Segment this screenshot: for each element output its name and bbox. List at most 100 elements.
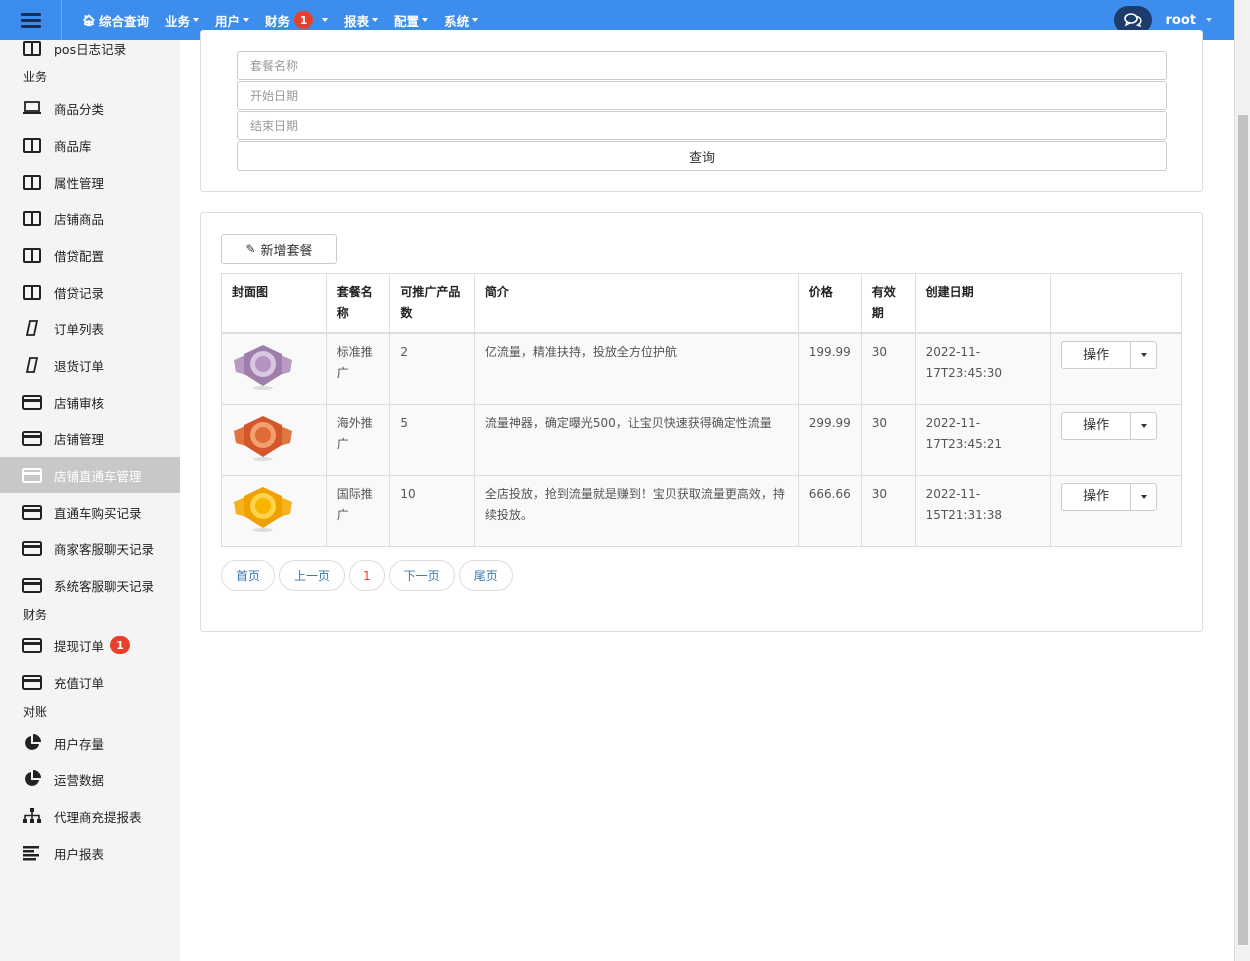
next-page-button[interactable]: 下一页 <box>388 560 455 591</box>
sidebar-group-reconciliation: 对账 <box>23 705 48 719</box>
name-cell: 国际推广 <box>325 474 391 547</box>
action-dropdown-toggle[interactable] <box>1131 482 1158 511</box>
sidebar-item-shop-products[interactable]: 店铺商品 <box>0 200 180 236</box>
action-dropdown: 操作 <box>1061 411 1171 440</box>
created-cell: 2022-11-15T21:31:38 <box>914 474 1052 547</box>
nav-item-label: 财务 <box>265 13 291 29</box>
sidebar-item-operation-data[interactable]: 运营数据 <box>0 761 180 797</box>
sidebar-item-shop-manage[interactable]: 店铺管理 <box>0 420 180 456</box>
sidebar-item-label: 属性管理 <box>54 175 105 191</box>
start-date-input[interactable]: 开始日期 <box>237 81 1167 110</box>
sidebar-item-shop-promotion[interactable]: 店铺直通车管理 <box>0 457 180 493</box>
action-dropdown-toggle[interactable] <box>1131 341 1158 369</box>
sidebar-item-pos-log[interactable]: pos日志记录 <box>0 30 180 66</box>
sidebar-item-user-stock[interactable]: 用户存量 <box>0 725 180 761</box>
action-button[interactable]: 操作 <box>1061 411 1132 440</box>
sidebar-item-label: 提现订单 <box>54 638 105 654</box>
notification-badge: 1 <box>294 11 314 29</box>
column-header-name: 套餐名称 <box>325 273 391 334</box>
nav-item-config[interactable]: 配置 <box>394 11 429 30</box>
sidebar-item-loan-records[interactable]: 借贷记录 <box>0 274 180 310</box>
sidebar-item-label: 商品库 <box>54 138 92 154</box>
sidebar-item-promotion-purchases[interactable]: 直通车购买记录 <box>0 494 180 530</box>
actions-cell: 操作 <box>1050 474 1182 547</box>
action-button[interactable]: 操作 <box>1061 341 1132 369</box>
sidebar-item-return-orders[interactable]: 退货订单 <box>0 347 180 383</box>
sidebar-item-loan-config[interactable]: 借贷配置 <box>0 237 180 273</box>
sidebar-item-orders[interactable]: 订单列表 <box>0 310 180 346</box>
cover-cell <box>221 474 327 547</box>
user-menu[interactable]: root <box>1165 12 1212 28</box>
table-row: 海外推广 5 流量神器，确定曝光500，让宝贝快速获得确定性流量 299.99 … <box>221 403 1182 476</box>
pagination: 首页 上一页 1 下一页 尾页 <box>221 560 517 591</box>
caret-down-icon <box>1140 423 1147 428</box>
query-button[interactable]: 查询 <box>237 141 1167 171</box>
validity-cell: 30 <box>860 474 916 547</box>
nav-item-query[interactable]: 🏠︎ 综合查询 <box>82 11 149 30</box>
sidebar-item-shop-review[interactable]: 店铺审核 <box>0 384 180 420</box>
sidebar-item-withdraw-orders[interactable]: 提现订单 1 <box>0 627 180 663</box>
pie-chart-icon <box>22 734 42 751</box>
price-cell: 199.99 <box>797 332 862 405</box>
sidebar-item-label: 用户报表 <box>54 846 105 862</box>
validity-cell: 30 <box>860 403 916 476</box>
intro-cell: 全店投放，抢到流量就是赚到！宝贝获取流量更高效，持续投放。 <box>473 474 799 547</box>
nav-item-label: 业务 <box>164 13 190 29</box>
sidebar-item-label: 商品分类 <box>54 101 105 117</box>
package-name-input[interactable]: 套餐名称 <box>237 51 1167 80</box>
nav-item-system[interactable]: 系统 <box>444 11 479 30</box>
credit-card-icon <box>22 577 42 593</box>
laptop-icon <box>22 100 42 116</box>
cover-cell <box>221 403 327 476</box>
columns-icon <box>22 247 42 263</box>
sidebar-item-label: 店铺审核 <box>54 395 105 411</box>
sidebar-group-finance: 财务 <box>23 608 48 622</box>
price-cell: 666.66 <box>797 474 862 547</box>
nav-item-reports[interactable]: 报表 <box>344 11 379 30</box>
end-date-input[interactable]: 结束日期 <box>237 111 1167 140</box>
column-header-actions <box>1050 273 1182 334</box>
sidebar-item-label: 店铺直通车管理 <box>54 468 142 484</box>
page-scrollbar[interactable] <box>1234 0 1250 961</box>
credit-card-icon <box>22 467 42 483</box>
sidebar-item-recharge-orders[interactable]: 充值订单 <box>0 664 180 700</box>
search-panel: 套餐名称 开始日期 结束日期 查询 <box>200 30 1203 192</box>
products-cell: 2 <box>389 332 475 405</box>
prev-page-button[interactable]: 上一页 <box>279 560 346 591</box>
action-button[interactable]: 操作 <box>1061 482 1132 511</box>
sidebar-item-label: 店铺商品 <box>54 211 105 227</box>
price-cell: 299.99 <box>797 403 862 476</box>
align-left-icon <box>22 845 42 861</box>
user-name: root <box>1165 12 1197 28</box>
notification-badge: 1 <box>110 636 131 654</box>
sidebar-item-product-library[interactable]: 商品库 <box>0 127 180 163</box>
nav-item-business[interactable]: 业务 <box>165 11 199 30</box>
first-page-button[interactable]: 首页 <box>221 560 276 591</box>
sidebar-item-system-chat[interactable]: 系统客服聊天记录 <box>0 567 180 603</box>
sidebar-group-business: 业务 <box>23 70 48 84</box>
action-dropdown-toggle[interactable] <box>1131 411 1158 440</box>
sidebar-item-merchant-chat[interactable]: 商家客服聊天记录 <box>0 530 180 566</box>
nav-item-label: 用户 <box>215 13 241 29</box>
nav-item-label: 综合查询 <box>98 13 149 29</box>
cover-cell <box>221 332 327 405</box>
sidebar-item-agent-report[interactable]: 代理商充提报表 <box>0 798 180 834</box>
column-header-validity: 有效期 <box>860 273 916 334</box>
hamburger-icon <box>20 12 41 28</box>
current-page-button[interactable]: 1 <box>349 560 385 591</box>
table-header-row: 封面图 套餐名称 可推广产品数 简介 价格 有效期 创建日期 <box>221 273 1182 334</box>
sidebar-item-user-report[interactable]: 用户报表 <box>0 835 180 871</box>
table-row: 标准推广 2 亿流量，精准扶持，投放全方位护航 199.99 30 2022-1… <box>221 332 1182 405</box>
credit-card-icon <box>22 394 42 410</box>
scrollbar-thumb[interactable] <box>1238 115 1248 945</box>
sidebar-item-attributes[interactable]: 属性管理 <box>0 164 180 200</box>
add-package-button[interactable]: ✎ 新增套餐 <box>221 234 337 264</box>
home-icon: 🏠︎ <box>82 13 96 27</box>
columns-icon <box>22 284 42 300</box>
nav-item-finance[interactable]: 财务 1 <box>265 11 329 30</box>
caret-down-icon <box>372 18 379 22</box>
last-page-button[interactable]: 尾页 <box>458 560 513 591</box>
sidebar-item-product-category[interactable]: 商品分类 <box>0 90 180 126</box>
nav-item-users[interactable]: 用户 <box>215 11 250 30</box>
sitemap-icon <box>22 808 42 824</box>
